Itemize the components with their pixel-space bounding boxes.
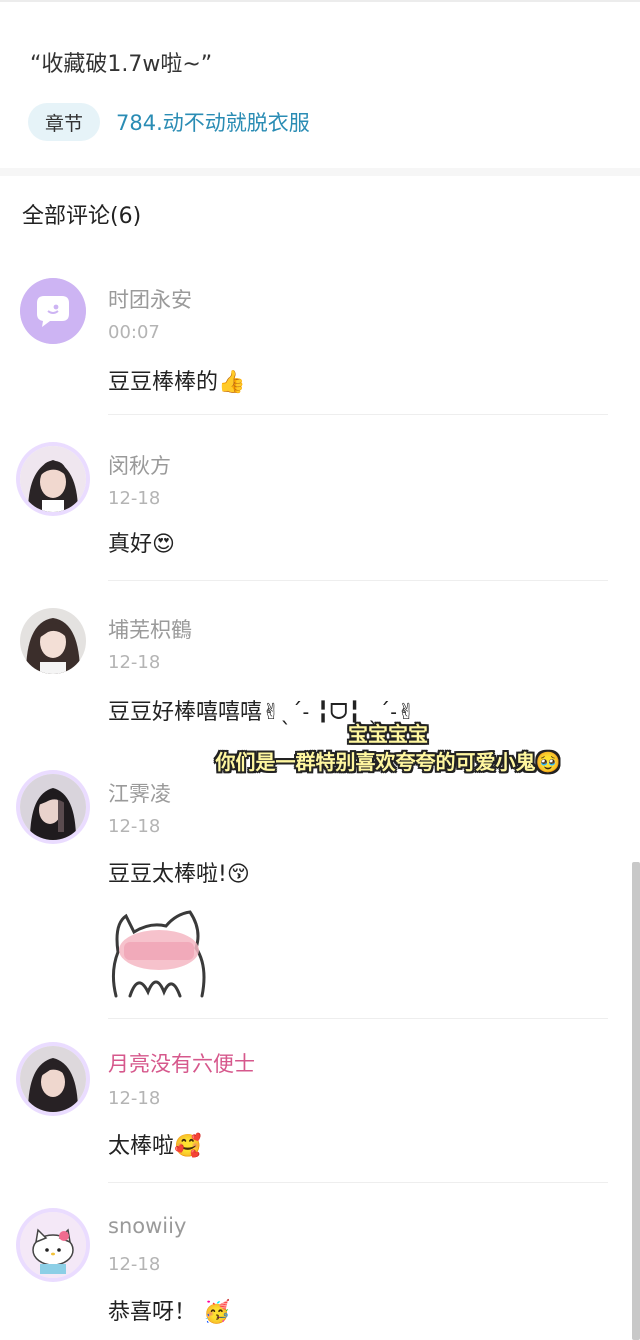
- smiling-hearts-icon: 🥰: [174, 1134, 202, 1159]
- user-photo-icon: [20, 608, 86, 674]
- post-quote: “收藏破1.7w啦~”: [30, 52, 213, 77]
- comment-divider: [108, 414, 608, 415]
- chat-bubble-icon: [20, 278, 86, 344]
- comment-time: 12-18: [108, 652, 161, 673]
- overlay-caption-line2: 你们是一群特别喜欢夸夸的可爱小鬼🥹: [215, 750, 561, 774]
- avatar[interactable]: [20, 278, 86, 344]
- comment-username[interactable]: 闵秋方: [108, 450, 171, 480]
- scrollbar[interactable]: [632, 862, 640, 1340]
- comment-time: 12-18: [108, 816, 161, 837]
- comment-item: 时团永安 00:07 豆豆棒棒的👍: [0, 278, 610, 408]
- party-face-icon: 🥳: [203, 1300, 231, 1325]
- avatar[interactable]: [20, 446, 86, 512]
- comment-divider: [108, 1018, 608, 1019]
- comment-time: 12-18: [108, 1088, 161, 1109]
- comment-text: 太棒啦🥰: [108, 1128, 201, 1160]
- comment-username[interactable]: 月亮没有六便士: [108, 1048, 255, 1078]
- avatar[interactable]: [20, 1046, 86, 1112]
- chapter-title-link[interactable]: 784.动不动就脱衣服: [116, 107, 310, 137]
- heart-eyes-icon: 😍: [152, 532, 175, 557]
- overlay-caption: 宝宝宝宝 你们是一群特别喜欢夸夸的可爱小鬼🥹: [188, 720, 588, 776]
- overlay-caption-line1: 宝宝宝宝: [348, 722, 428, 746]
- comment-item: 江霁凌 12-18 豆豆太棒啦!😚: [0, 774, 610, 1004]
- user-photo-icon: [20, 1046, 86, 1112]
- comment-text-content: 豆豆棒棒的: [108, 370, 219, 395]
- comment-text: 恭喜呀！ 🥳: [108, 1294, 230, 1326]
- comment-username[interactable]: 埔芜枳鶴: [108, 614, 192, 644]
- comment-item: 月亮没有六便士 12-18 太棒啦🥰: [0, 1044, 610, 1174]
- top-divider: [0, 0, 640, 2]
- avatar[interactable]: [20, 774, 86, 840]
- cat-sticker-icon[interactable]: [104, 902, 214, 1002]
- comment-text: 豆豆太棒啦!😚: [108, 856, 250, 888]
- user-photo-icon: [20, 774, 86, 840]
- comment-divider: [108, 580, 608, 581]
- section-separator: [0, 168, 640, 176]
- comment-username[interactable]: 江霁凌: [108, 778, 171, 808]
- comment-time: 12-18: [108, 488, 161, 509]
- comment-item: snowiiy 12-18 恭喜呀！ 🥳: [0, 1206, 610, 1336]
- kissing-face-icon: 😚: [226, 862, 250, 887]
- avatar[interactable]: [20, 608, 86, 674]
- comment-text-content: 恭喜呀！: [108, 1300, 197, 1325]
- thumbs-up-icon: 👍: [218, 370, 246, 395]
- hello-kitty-icon: [20, 1212, 86, 1278]
- comment-text: 真好😍: [108, 526, 175, 558]
- user-photo-icon: [20, 446, 86, 512]
- comment-item: 埔芜枳鶴 12-18 豆豆好棒嘻嘻嘻✌︎ˎˊ˗ ╏ᗜ╏ ˎˊ˗✌︎: [0, 608, 610, 738]
- comment-divider: [108, 1182, 608, 1183]
- comment-text: 豆豆棒棒的👍: [108, 364, 245, 396]
- comment-username[interactable]: snowiiy: [108, 1214, 186, 1238]
- chapter-row[interactable]: 章节 784.动不动就脱衣服: [28, 102, 310, 142]
- comment-text-content: 真好: [108, 532, 153, 557]
- comment-username[interactable]: 时团永安: [108, 284, 192, 314]
- comment-text-content: 豆豆太棒啦!: [108, 862, 227, 887]
- comment-time: 12-18: [108, 1254, 161, 1275]
- comment-time: 00:07: [108, 322, 160, 343]
- comments-header: 全部评论(6): [22, 204, 142, 229]
- chapter-label-pill: 章节: [28, 103, 100, 141]
- comment-item: 闵秋方 12-18 真好😍: [0, 444, 610, 574]
- comment-text-content: 太棒啦: [108, 1134, 175, 1159]
- avatar[interactable]: [20, 1212, 86, 1278]
